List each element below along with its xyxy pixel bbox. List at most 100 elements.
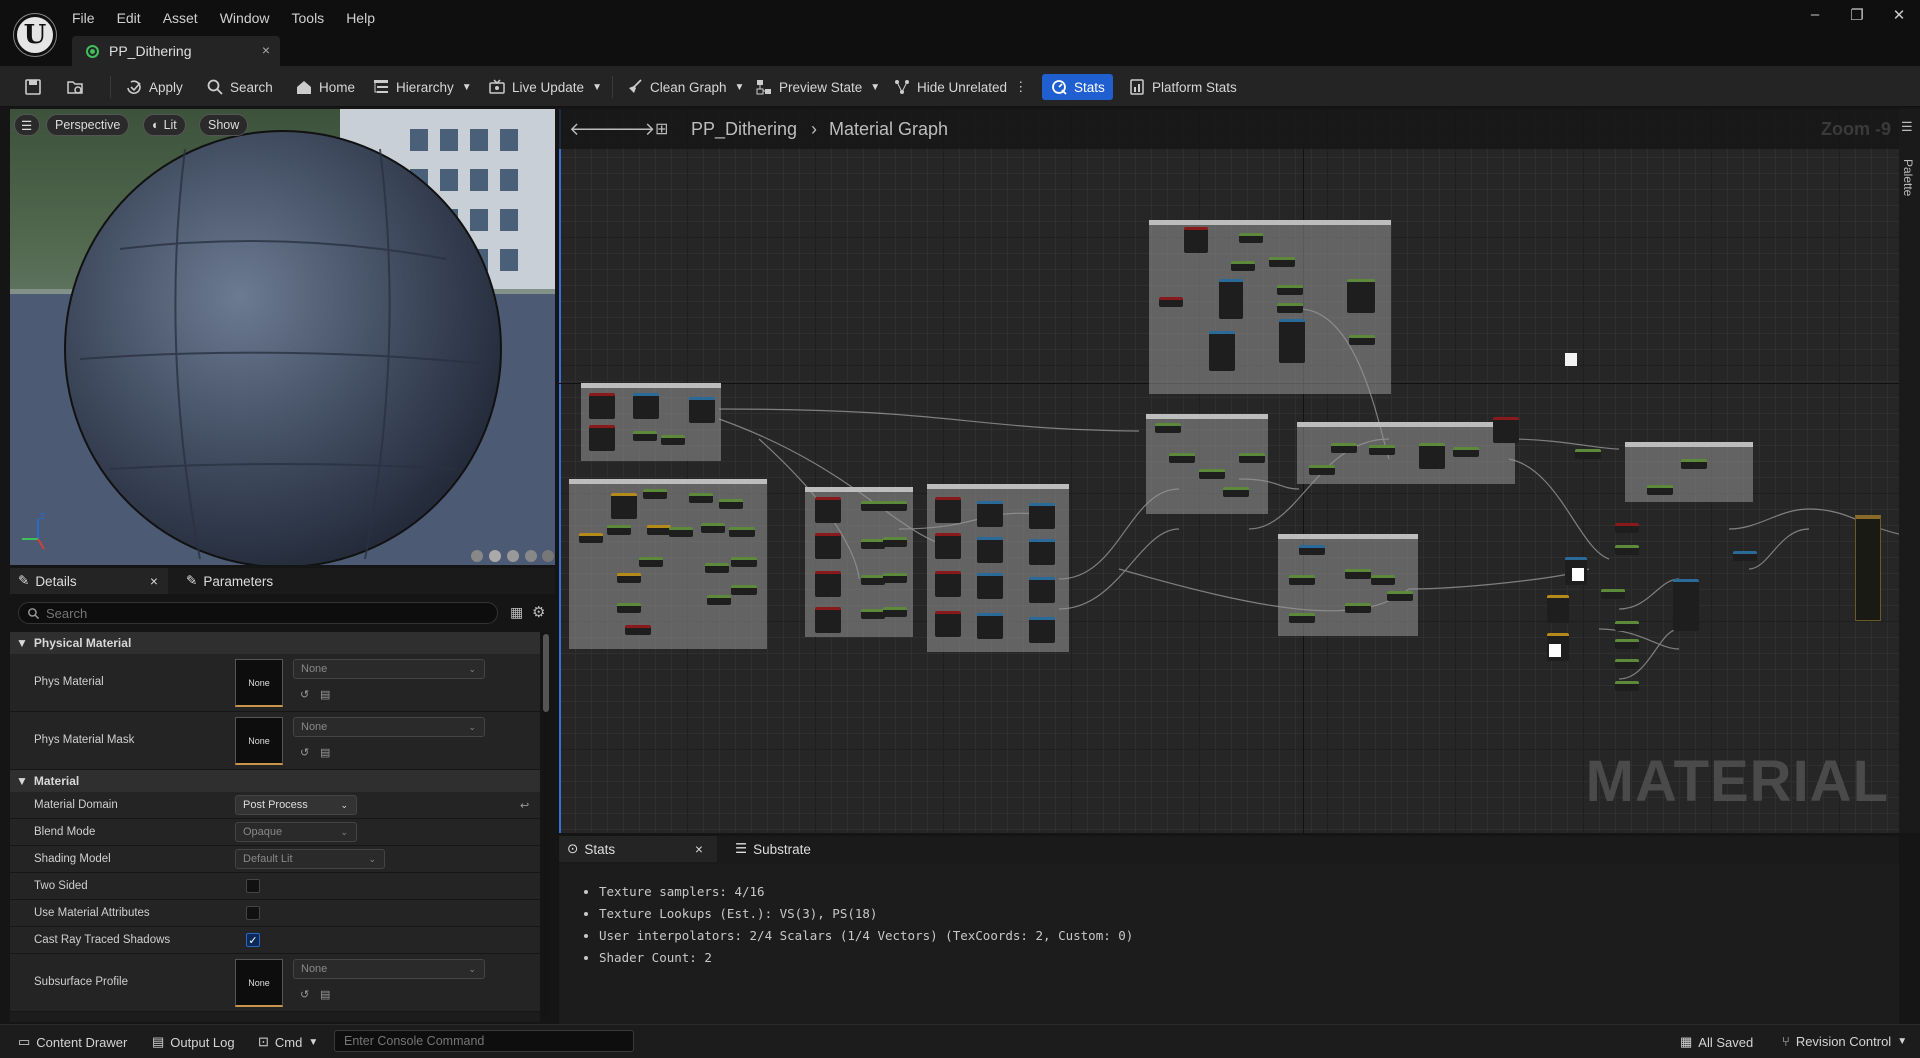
console-command-input[interactable] (344, 1034, 624, 1048)
details-search[interactable] (18, 602, 498, 624)
menu-file[interactable]: File (72, 10, 95, 26)
graph-node[interactable] (935, 533, 961, 559)
graph-node[interactable] (1209, 331, 1235, 371)
tab-substrate[interactable]: ☰ Substrate (727, 836, 811, 862)
subsurface-profile-dropdown[interactable]: None ⌄ (293, 959, 485, 979)
all-saved-button[interactable]: ▦ All Saved (1680, 1034, 1753, 1050)
more-options-icon[interactable]: ⋮ (1014, 74, 1028, 100)
graph-node[interactable] (1371, 575, 1395, 585)
graph-node[interactable] (1199, 469, 1225, 479)
reset-arrow-icon[interactable]: ↺ (300, 688, 314, 702)
tab-parameters[interactable]: ✎ Parameters (178, 568, 273, 594)
menu-window[interactable]: Window (220, 10, 270, 26)
graph-node[interactable] (1493, 417, 1519, 443)
graph-node[interactable] (1309, 465, 1335, 475)
graph-node[interactable] (1615, 621, 1639, 631)
graph-node[interactable] (1279, 319, 1305, 363)
graph-node[interactable] (1029, 503, 1055, 529)
shading-model-dropdown[interactable]: Default Lit ⌄ (235, 849, 385, 869)
hide-unrelated-button[interactable]: Hide Unrelated (893, 74, 1007, 100)
palette-panel[interactable]: ☰ Palette (1899, 109, 1920, 833)
category-material[interactable]: ▼ Material (10, 770, 540, 792)
graph-node[interactable] (689, 493, 713, 503)
graph-node[interactable] (977, 613, 1003, 639)
graph-node[interactable] (611, 493, 637, 519)
graph-node[interactable] (1269, 257, 1295, 267)
graph-node[interactable] (1547, 595, 1569, 623)
graph-node[interactable] (1029, 617, 1055, 643)
save-button[interactable] (24, 74, 42, 100)
graph-node[interactable] (1419, 443, 1445, 469)
graph-node[interactable] (977, 537, 1003, 563)
graph-node[interactable] (701, 523, 725, 533)
graph-node[interactable] (1387, 591, 1413, 601)
graph-node[interactable] (1615, 639, 1639, 649)
blend-mode-dropdown[interactable]: Opaque ⌄ (235, 822, 357, 842)
hierarchy-button[interactable]: Hierarchy ▼ (372, 74, 472, 100)
settings-icon[interactable]: ⚙ (532, 603, 545, 621)
graph-node[interactable] (589, 393, 615, 419)
graph-node[interactable] (1681, 459, 1707, 469)
graph-node[interactable] (647, 525, 671, 535)
close-tab-icon[interactable]: × (262, 42, 270, 58)
graph-node[interactable] (1673, 579, 1699, 631)
browse-asset-icon[interactable]: ▤ (320, 688, 334, 702)
graph-node[interactable] (731, 557, 757, 567)
graph-hierarchy-icon[interactable]: ⊞ (655, 119, 668, 139)
graph-node[interactable] (607, 525, 631, 535)
comment-box[interactable] (1625, 442, 1753, 502)
browse-asset-icon[interactable]: ▤ (320, 746, 334, 760)
cmd-dropdown[interactable]: ⊡ Cmd ▼ (258, 1034, 318, 1050)
graph-node[interactable] (705, 563, 729, 573)
graph-node[interactable] (815, 533, 841, 559)
graph-node[interactable] (589, 425, 615, 451)
graph-node[interactable] (1453, 447, 1479, 457)
graph-node[interactable] (1155, 423, 1181, 433)
graph-node[interactable] (1345, 569, 1371, 579)
graph-node[interactable] (815, 607, 841, 633)
maximize-icon[interactable]: ❐ (1836, 6, 1878, 24)
graph-node[interactable] (1349, 335, 1375, 345)
graph-node[interactable] (977, 573, 1003, 599)
apply-button[interactable]: Apply (125, 74, 183, 100)
phys-material-mask-thumbnail[interactable]: None (235, 717, 283, 765)
graph-node[interactable] (977, 501, 1003, 527)
graph-node[interactable] (633, 393, 659, 419)
breadcrumb-root[interactable]: PP_Dithering (691, 119, 797, 140)
graph-node[interactable] (617, 603, 641, 613)
graph-node[interactable] (861, 575, 885, 585)
minimize-icon[interactable]: – (1794, 6, 1836, 24)
use-material-attributes-checkbox[interactable] (246, 906, 260, 920)
graph-node[interactable] (1601, 589, 1625, 599)
graph-node[interactable] (1615, 523, 1639, 533)
graph-node[interactable] (1331, 443, 1357, 453)
graph-node[interactable] (935, 611, 961, 637)
menu-edit[interactable]: Edit (117, 10, 141, 26)
graph-node[interactable] (707, 595, 731, 605)
graph-node[interactable] (1347, 279, 1375, 313)
subsurface-profile-thumbnail[interactable]: None (235, 959, 283, 1007)
tab-stats[interactable]: ⊙ Stats × (559, 836, 717, 862)
graph-node[interactable] (1299, 545, 1325, 555)
phys-material-mask-dropdown[interactable]: None ⌄ (293, 717, 485, 737)
close-stats-icon[interactable]: × (695, 842, 703, 857)
graph-node[interactable] (1615, 659, 1639, 669)
unreal-logo-icon[interactable]: U (14, 14, 56, 56)
cast-ray-traced-shadows-checkbox[interactable]: ✓ (246, 933, 260, 947)
phys-material-thumbnail[interactable]: None (235, 659, 283, 707)
browse-asset-icon[interactable]: ▤ (320, 988, 334, 1002)
graph-node[interactable] (1184, 227, 1208, 253)
details-scrollbar[interactable] (542, 632, 550, 1022)
platform-stats-button[interactable]: Platform Stats (1128, 74, 1237, 100)
graph-node[interactable] (719, 499, 743, 509)
graph-node[interactable] (883, 501, 907, 511)
graph-node[interactable] (815, 571, 841, 597)
graph-node[interactable] (689, 397, 715, 423)
search-button[interactable]: Search (206, 74, 273, 100)
material-graph-canvas[interactable]: 🡐 🡒 ⊞ PP_Dithering › Material Graph Zoom… (559, 109, 1899, 833)
graph-node[interactable] (1733, 551, 1757, 561)
graph-node[interactable] (731, 585, 757, 595)
graph-node[interactable] (1647, 485, 1673, 495)
material-domain-dropdown[interactable]: Post Process ⌄ (235, 795, 357, 815)
menu-help[interactable]: Help (346, 10, 375, 26)
